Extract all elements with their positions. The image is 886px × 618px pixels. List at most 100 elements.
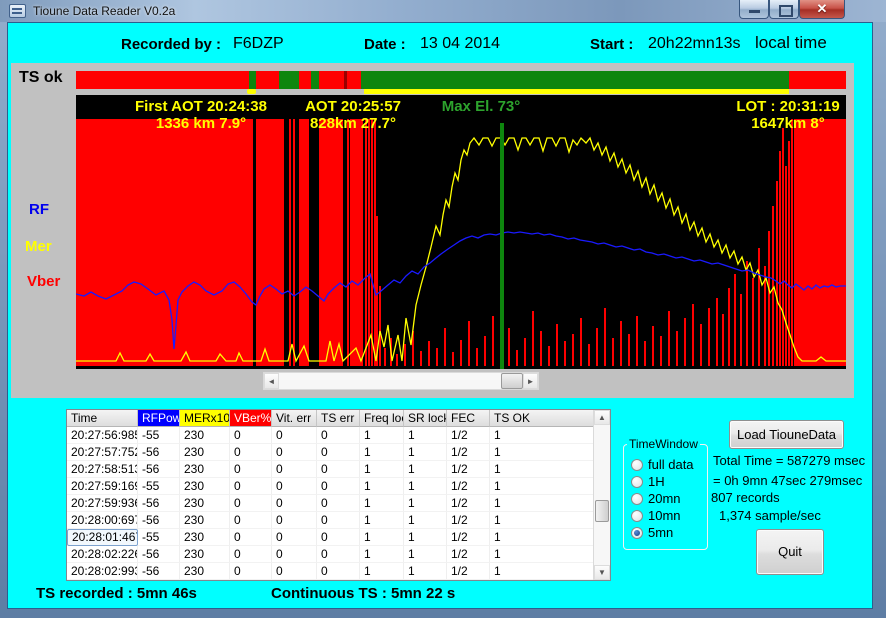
table-cell[interactable]: 230 [180, 478, 230, 495]
table-body[interactable]: 20:27:56:985-55230000111/2120:27:57:752-… [67, 427, 610, 580]
table-cell[interactable]: 1/2 [447, 546, 490, 563]
table-cell[interactable]: 1 [404, 529, 447, 546]
quit-button[interactable]: Quit [756, 529, 824, 575]
table-cell[interactable]: 0 [272, 461, 317, 478]
table-cell[interactable]: 0 [317, 546, 360, 563]
radio-button[interactable] [631, 527, 643, 539]
table-cell[interactable]: 1 [404, 512, 447, 529]
table-cell[interactable]: 1 [490, 512, 595, 529]
table-cell[interactable]: 20:27:59:936 [67, 495, 138, 512]
table-cell[interactable]: 1 [404, 495, 447, 512]
table-cell[interactable]: 0 [272, 529, 317, 546]
table-cell[interactable]: 0 [230, 512, 272, 529]
table-cell[interactable]: 1 [490, 546, 595, 563]
column-header-rfpower[interactable]: RFPower [138, 410, 180, 427]
table-cell[interactable]: 1 [490, 461, 595, 478]
table-cell[interactable]: 1/2 [447, 444, 490, 461]
table-cell[interactable]: 0 [230, 461, 272, 478]
radio-option-full-data[interactable]: full data [631, 457, 694, 472]
table-row[interactable]: 20:28:02:993-56230000111/21 [67, 563, 610, 580]
table-cell[interactable]: 0 [272, 478, 317, 495]
table-cell[interactable]: -56 [138, 546, 180, 563]
table-cell[interactable]: 0 [272, 563, 317, 580]
table-cell[interactable]: -55 [138, 529, 180, 546]
table-row[interactable]: 20:28:00:697-56230000111/21 [67, 512, 610, 529]
table-cell[interactable]: 0 [230, 495, 272, 512]
table-row[interactable]: 20:27:57:752-56230000111/21 [67, 444, 610, 461]
radio-button[interactable] [631, 510, 643, 522]
table-cell[interactable]: 1 [404, 461, 447, 478]
table-cell[interactable]: 1 [404, 546, 447, 563]
table-row[interactable]: 20:28:01:467-55230000111/21 [67, 529, 610, 546]
table-cell[interactable]: 230 [180, 512, 230, 529]
table-cell[interactable]: 1/2 [447, 512, 490, 529]
table-cell[interactable]: -56 [138, 444, 180, 461]
table-cell[interactable]: 1 [360, 478, 404, 495]
maximize-button[interactable] [769, 0, 799, 19]
table-cell[interactable]: 1 [404, 444, 447, 461]
table-cell[interactable]: 1/2 [447, 478, 490, 495]
table-cell[interactable]: 1/2 [447, 461, 490, 478]
column-header-ts-err[interactable]: TS err [317, 410, 360, 427]
table-cell[interactable]: -56 [138, 512, 180, 529]
scroll-down-arrow[interactable]: ▼ [594, 565, 610, 580]
table-row[interactable]: 20:27:59:936-56230000111/21 [67, 495, 610, 512]
table-cell[interactable]: 1 [404, 478, 447, 495]
column-header-sr-lock[interactable]: SR lock [404, 410, 447, 427]
data-table[interactable]: TimeRFPowerMERx10VBer%Vit. errTS errFreq… [66, 409, 611, 581]
table-cell[interactable]: -55 [138, 478, 180, 495]
scrollbar-thumb[interactable] [501, 373, 523, 389]
title-bar[interactable]: Tioune Data Reader V0.2a [0, 0, 886, 22]
table-cell[interactable]: 0 [230, 546, 272, 563]
table-cell[interactable]: 230 [180, 444, 230, 461]
table-row[interactable]: 20:28:02:226-56230000111/21 [67, 546, 610, 563]
table-cell[interactable]: 0 [230, 529, 272, 546]
radio-button[interactable] [631, 493, 643, 505]
scrollbar-track[interactable] [279, 373, 523, 389]
table-cell[interactable]: 230 [180, 461, 230, 478]
table-cell[interactable]: -56 [138, 495, 180, 512]
table-cell[interactable]: 20:27:59:169 [67, 478, 138, 495]
scroll-left-arrow[interactable]: ◄ [264, 373, 279, 389]
table-cell[interactable]: 0 [272, 444, 317, 461]
table-cell[interactable]: 1 [360, 563, 404, 580]
table-cell[interactable]: 1/2 [447, 427, 490, 444]
table-cell[interactable]: 0 [317, 444, 360, 461]
table-row[interactable]: 20:27:59:169-55230000111/21 [67, 478, 610, 495]
column-header-vber-[interactable]: VBer% [230, 410, 272, 427]
column-header-vit-err[interactable]: Vit. err [272, 410, 317, 427]
scroll-up-arrow[interactable]: ▲ [594, 410, 610, 425]
table-cell[interactable]: 1 [360, 461, 404, 478]
radio-option-5mn[interactable]: 5mn [631, 525, 673, 540]
radio-option-20mn[interactable]: 20mn [631, 491, 681, 506]
table-cell[interactable]: 0 [317, 427, 360, 444]
table-cell[interactable]: 230 [180, 529, 230, 546]
load-tiounedata-button[interactable]: Load TiouneData [729, 420, 844, 449]
table-cell[interactable]: 1 [490, 427, 595, 444]
table-row[interactable]: 20:27:56:985-55230000111/21 [67, 427, 610, 444]
close-button[interactable] [799, 0, 845, 19]
scrollbar-thumb[interactable] [595, 500, 609, 522]
radio-button[interactable] [631, 459, 643, 471]
table-cell[interactable]: 1 [360, 495, 404, 512]
table-cell[interactable]: 1/2 [447, 529, 490, 546]
chart-horizontal-scrollbar[interactable]: ◄ ► [263, 372, 539, 390]
radio-button[interactable] [631, 476, 643, 488]
table-cell[interactable]: 230 [180, 563, 230, 580]
column-header-time[interactable]: Time [67, 410, 138, 427]
table-cell[interactable]: 1 [490, 563, 595, 580]
table-cell[interactable]: 1 [360, 427, 404, 444]
table-cell[interactable]: 1 [490, 495, 595, 512]
table-cell[interactable]: 1 [490, 529, 595, 546]
table-cell[interactable]: -56 [138, 563, 180, 580]
column-header-merx10[interactable]: MERx10 [180, 410, 230, 427]
table-cell[interactable]: 0 [272, 495, 317, 512]
table-cell[interactable]: 0 [317, 478, 360, 495]
table-cell[interactable]: 1 [360, 529, 404, 546]
radio-option-10mn[interactable]: 10mn [631, 508, 681, 523]
table-cell[interactable]: 0 [230, 444, 272, 461]
column-header-fec[interactable]: FEC [447, 410, 490, 427]
scroll-right-arrow[interactable]: ► [523, 373, 538, 389]
table-cell[interactable]: 1 [360, 546, 404, 563]
table-cell[interactable]: 20:28:01:467 [67, 529, 138, 546]
